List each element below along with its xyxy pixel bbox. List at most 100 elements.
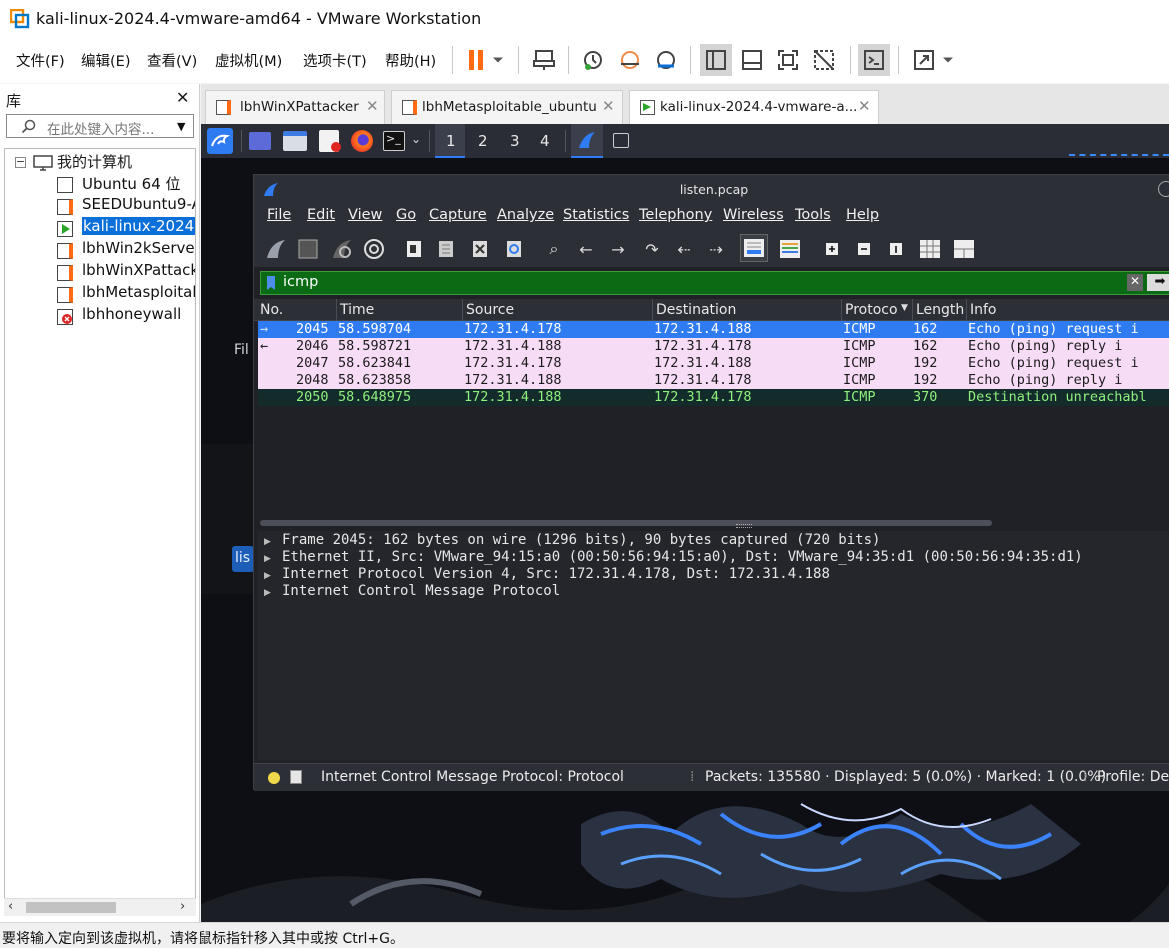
tab-kali[interactable]: kali-linux-2024.4-vmware-a... ✕ [629,90,879,125]
menu-tabs[interactable]: 选项卡(T) [303,50,367,71]
bookmark-icon[interactable] [266,275,276,291]
col-protocol[interactable]: Protoco [845,302,898,318]
workspace-2[interactable]: 2 [467,124,497,158]
workspace-3[interactable]: 3 [499,124,529,158]
save-file-icon[interactable] [434,237,458,261]
col-info[interactable]: Info [970,302,997,318]
terminal-icon[interactable]: >_ [383,131,405,151]
packet-row[interactable]: 2048 58.623858 172.31.4.188 172.31.4.178 ICM… [258,372,1169,389]
send-ctrl-alt-del-icon[interactable] [528,44,560,76]
search-dropdown-icon[interactable]: ▼ [177,120,185,133]
window-control-icon[interactable] [1158,181,1169,197]
stop-capture-icon[interactable] [296,237,320,261]
detail-icmp[interactable]: Internet Control Message Protocol [282,583,560,599]
zoom-in-icon[interactable] [820,237,844,261]
col-length[interactable]: Length [916,302,964,318]
ws-menu-help[interactable]: Help [846,207,879,223]
taskbar-wireshark-icon[interactable] [571,124,603,158]
ws-menu-file[interactable]: File [267,207,291,223]
close-file-icon[interactable] [468,237,492,261]
ws-menu-wireless[interactable]: Wireless [723,207,784,223]
expand-icon[interactable]: ▶ [264,571,271,581]
ws-menu-telephony[interactable]: Telephony [639,207,712,223]
vm-console[interactable]: Fil lis >_ ⌄ 1 2 3 4 listen.pcap File Ed… [201,124,1169,922]
colorize-icon[interactable] [778,237,802,261]
snapshot-icon[interactable] [577,44,609,76]
pane-splitter-handle[interactable] [736,524,752,528]
workspace-1[interactable]: 1 [435,124,465,158]
col-source[interactable]: Source [466,302,514,318]
snapshot-manager-icon[interactable] [650,44,682,76]
collapse-icon[interactable]: − [15,156,26,168]
file-manager-icon[interactable] [283,131,307,151]
ws-menu-analyze[interactable]: Analyze [497,207,554,223]
scroll-left-icon[interactable]: ‹ [8,899,13,914]
go-forward-icon[interactable]: → [606,237,630,261]
unity-icon[interactable] [808,44,840,76]
library-search-input[interactable]: 在此处键入内容... ▼ [6,114,194,138]
wireshark-titlebar[interactable]: listen.pcap [254,175,1169,203]
ws-menu-statistics[interactable]: Statistics [563,207,629,223]
fullscreen-icon[interactable] [772,44,804,76]
packet-list-scrollbar[interactable] [260,520,992,526]
ws-menu-capture[interactable]: Capture [429,207,487,223]
revert-snapshot-icon[interactable] [614,44,646,76]
close-tab-icon[interactable]: ✕ [366,97,379,115]
ws-menu-view[interactable]: View [348,207,382,223]
show-desktop-icon[interactable] [249,132,271,150]
show-library-icon[interactable] [700,44,732,76]
stretch-dropdown-icon[interactable] [938,44,958,76]
library-horizontal-scrollbar[interactable]: ‹ › [4,898,196,916]
packet-row[interactable]: ← 2046 58.598721 172.31.4.188 172.31.4.178 IC… [258,338,1169,355]
packet-row[interactable]: 2050 58.648975 172.31.4.188 172.31.4.178 ICM… [258,389,1169,406]
close-tab-icon[interactable]: ✕ [858,97,871,115]
display-filter-input[interactable]: icmp ✕ ➡ [260,271,1169,295]
tab-winxpattacker[interactable]: lbhWinXPattacker ✕ [205,90,385,124]
expand-icon[interactable]: ▶ [264,537,271,547]
first-packet-icon[interactable]: ⇠ [672,237,696,261]
ws-menu-go[interactable]: Go [396,207,416,223]
terminal-dropdown-icon[interactable]: ⌄ [411,132,421,146]
zoom-out-icon[interactable] [852,237,876,261]
firefox-icon[interactable] [351,130,373,152]
go-back-icon[interactable]: ← [574,237,598,261]
scroll-thumb[interactable] [26,902,116,913]
restart-capture-icon[interactable] [330,237,354,261]
desktop-item[interactable]: lis [232,546,254,572]
menu-edit[interactable]: 编辑(E) [81,50,130,71]
col-destination[interactable]: Destination [656,302,736,318]
stretch-guest-icon[interactable] [908,44,940,76]
show-thumbnail-bar-icon[interactable] [736,44,768,76]
ws-menu-edit[interactable]: Edit [307,207,335,223]
resize-columns-icon[interactable] [918,237,942,261]
detail-frame[interactable]: Frame 2045: 162 bytes on wire (1296 bits… [282,532,880,548]
packet-row[interactable]: → 2045 58.598704 172.31.4.178 172.31.4.188 IC… [258,321,1169,338]
workspace-4[interactable]: 4 [531,124,561,158]
auto-scroll-icon[interactable] [740,234,768,262]
menu-view[interactable]: 查看(V) [147,50,197,71]
detail-ipv4[interactable]: Internet Protocol Version 4, Src: 172.31… [282,566,830,582]
go-to-packet-icon[interactable]: ↷ [640,237,664,261]
menu-file[interactable]: 文件(F) [16,50,65,71]
scroll-right-icon[interactable]: › [180,899,185,914]
capture-options-icon[interactable] [362,237,386,261]
normal-size-icon[interactable] [884,237,908,261]
clear-filter-icon[interactable]: ✕ [1127,274,1143,291]
start-capture-icon[interactable] [264,237,288,261]
expand-icon[interactable]: ▶ [264,554,271,564]
layout-icon[interactable] [952,237,976,261]
menu-vm[interactable]: 虚拟机(M) [215,50,282,71]
text-editor-icon[interactable] [319,130,341,152]
packet-row[interactable]: 2047 58.623841 172.31.4.178 172.31.4.188 ICM… [258,355,1169,372]
power-dropdown-icon[interactable] [488,44,508,76]
tab-metasploitable[interactable]: lbhMetasploitable_ubuntu ✕ [391,90,623,124]
ws-menu-tools[interactable]: Tools [795,207,831,223]
taskbar-terminal-icon[interactable] [613,133,629,148]
col-time[interactable]: Time [340,302,374,318]
kali-menu-icon[interactable] [207,128,233,154]
expert-info-icon[interactable] [268,772,280,784]
close-tab-icon[interactable]: ✕ [602,97,615,115]
open-file-icon[interactable] [402,237,426,261]
console-view-icon[interactable] [858,44,890,76]
tree-root-my-computer[interactable]: 我的计算机 [57,151,132,172]
